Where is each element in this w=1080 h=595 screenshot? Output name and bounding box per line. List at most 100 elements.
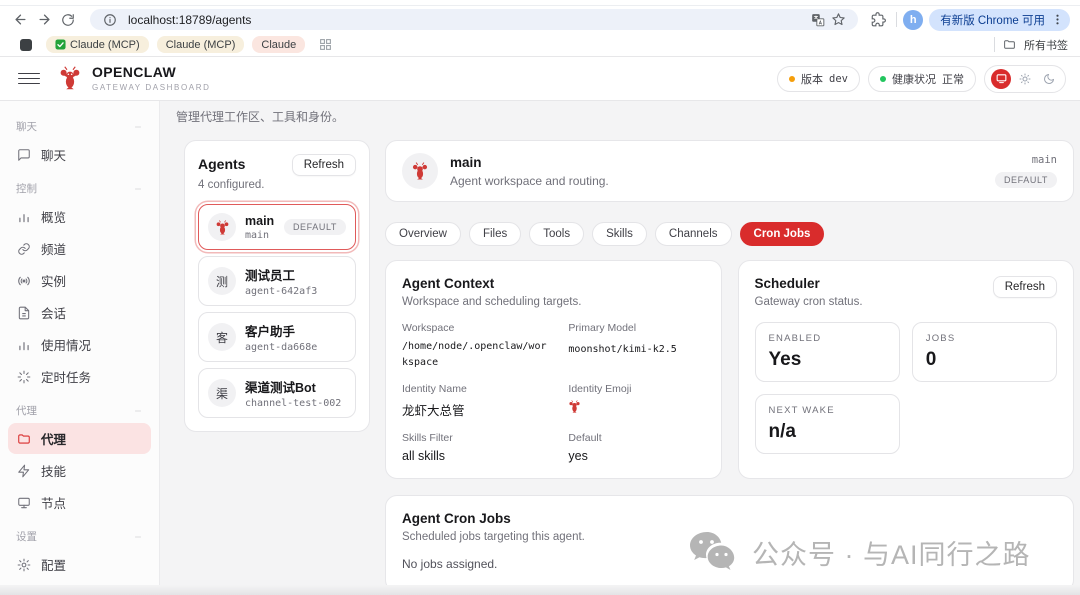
sidebar-item-overview[interactable]: 概览: [8, 201, 151, 232]
link-icon: [17, 242, 31, 256]
address-bar[interactable]: localhost:18789/agents: [90, 9, 858, 30]
back-icon[interactable]: [8, 9, 32, 31]
sidebar-item-skills[interactable]: 技能: [8, 455, 151, 486]
version-dot: [789, 76, 795, 82]
bookmarks-bar: Claude (MCP) Claude (MCP) Claude 所有书签: [0, 33, 1080, 57]
stat-next-wake: NEXT WAKE n/a: [755, 394, 900, 454]
sidebar-item-nodes[interactable]: 节点: [8, 487, 151, 518]
url-text[interactable]: localhost:18789/agents: [128, 13, 808, 27]
tab-tools[interactable]: Tools: [529, 222, 584, 246]
tab-files[interactable]: Files: [469, 222, 521, 246]
pinned-favicon[interactable]: [20, 39, 32, 51]
agent-context-card: Agent Context Workspace and scheduling t…: [385, 260, 722, 479]
debug-icon: [17, 590, 31, 595]
bookmarks-divider: [994, 37, 995, 52]
page-description: 管理代理工作区、工具和身份。: [176, 108, 1074, 125]
agent-avatar: 测: [208, 267, 236, 295]
zap-icon: [17, 464, 31, 478]
theme-system-button[interactable]: [991, 69, 1011, 89]
sidebar-section-settings: 设置: [0, 519, 159, 548]
cron-jobs-title: Agent Cron Jobs: [402, 511, 1057, 526]
bookmark-star-icon[interactable]: [828, 11, 848, 29]
collapse-icon[interactable]: [133, 184, 143, 194]
sidebar-item-instances[interactable]: 实例: [8, 265, 151, 296]
lobster-emoji-icon: [568, 400, 704, 413]
translate-icon[interactable]: [808, 11, 828, 29]
site-info-icon[interactable]: [100, 11, 120, 29]
bar-chart-icon: [17, 210, 31, 224]
theme-light-button[interactable]: [1015, 69, 1035, 89]
monitor-icon: [996, 73, 1007, 84]
bookmark-claude-mcp-1[interactable]: Claude (MCP): [46, 36, 149, 53]
apps-grid-icon[interactable]: [313, 34, 337, 56]
check-icon: [55, 39, 66, 50]
agents-panel-title: Agents: [198, 154, 245, 172]
tab-channels[interactable]: Channels: [655, 222, 732, 246]
chrome-update-label: 有新版 Chrome 可用: [940, 12, 1045, 28]
bookmark-claude[interactable]: Claude: [252, 36, 305, 53]
theme-dark-button[interactable]: [1039, 69, 1059, 89]
sidebar-item-cron-tasks[interactable]: 定时任务: [8, 361, 151, 392]
agent-list-item-customer-helper[interactable]: 客 客户助手 agent-da668e: [198, 312, 356, 362]
field-workspace: Workspace /home/node/.openclaw/workspace: [402, 322, 552, 370]
kebab-menu-icon: [1051, 13, 1064, 26]
stat-jobs: JOBS 0: [912, 322, 1057, 382]
sidebar-item-usage[interactable]: 使用情况: [8, 329, 151, 360]
collapse-icon[interactable]: [133, 122, 143, 132]
collapse-icon[interactable]: [133, 406, 143, 416]
agent-avatar: 客: [208, 323, 236, 351]
agent-cron-jobs-card: Agent Cron Jobs Scheduled jobs targeting…: [385, 495, 1074, 592]
sun-icon: [1019, 73, 1031, 85]
context-subtitle: Workspace and scheduling targets.: [402, 296, 705, 308]
sidebar-item-sessions[interactable]: 会话: [8, 297, 151, 328]
menu-icon[interactable]: [18, 68, 40, 90]
moon-icon: [1043, 73, 1055, 85]
sidebar-item-agents[interactable]: 代理: [8, 423, 151, 454]
agent-list-item-main[interactable]: main main DEFAULT: [198, 204, 356, 250]
screen: localhost:18789/agents h 有新版 Chrome 可用 C…: [0, 0, 1080, 595]
all-bookmarks-label[interactable]: 所有书签: [1024, 37, 1068, 53]
bookmark-claude-mcp-2[interactable]: Claude (MCP): [157, 36, 245, 53]
theme-switcher: [984, 65, 1066, 93]
version-value: dev: [829, 73, 848, 85]
profile-avatar[interactable]: h: [903, 10, 923, 30]
folder-icon: [17, 432, 31, 446]
bookmark-label: Claude: [261, 39, 296, 51]
agent-name: main: [245, 214, 274, 228]
reload-icon[interactable]: [56, 9, 80, 31]
field-default: Default yes: [568, 432, 704, 463]
field-skills-filter: Skills Filter all skills: [402, 432, 552, 463]
extensions-icon[interactable]: [866, 9, 890, 31]
agent-detail: main Agent workspace and routing. main D…: [385, 140, 1074, 592]
tab-cron-jobs[interactable]: Cron Jobs: [740, 222, 825, 246]
tab-skills[interactable]: Skills: [592, 222, 647, 246]
scheduler-refresh-button[interactable]: Refresh: [993, 276, 1057, 298]
sidebar-section-agents: 代理: [0, 393, 159, 422]
field-primary-model: Primary Model moonshot/kimi-k2.5: [568, 322, 704, 370]
sidebar-item-debug[interactable]: 调试: [8, 581, 151, 595]
scheduler-card: Scheduler Gateway cron status. Refresh E…: [738, 260, 1075, 479]
sidebar-item-chat[interactable]: 聊天: [8, 139, 151, 170]
broadcast-icon: [17, 274, 31, 288]
collapse-icon[interactable]: [133, 532, 143, 542]
agents-panel: Agents Refresh 4 configured. main main: [184, 140, 370, 432]
forward-icon[interactable]: [32, 9, 56, 31]
lobster-avatar-icon: [402, 153, 438, 189]
tab-overview[interactable]: Overview: [385, 222, 461, 246]
agent-list-item-test-staff[interactable]: 测 测试员工 agent-642af3: [198, 256, 356, 306]
context-title: Agent Context: [402, 276, 705, 291]
version-badge: 版本 dev: [777, 66, 860, 92]
agents-refresh-button[interactable]: Refresh: [292, 154, 356, 176]
agent-detail-header: main Agent workspace and routing. main D…: [385, 140, 1074, 202]
chrome-update-button[interactable]: 有新版 Chrome 可用: [929, 9, 1070, 31]
agent-id: agent-da668e: [245, 342, 317, 353]
monitor-icon: [17, 496, 31, 510]
sidebar-item-channels[interactable]: 频道: [8, 233, 151, 264]
browser-toolbar: localhost:18789/agents h 有新版 Chrome 可用: [0, 6, 1080, 33]
default-badge: DEFAULT: [284, 219, 346, 235]
agent-avatar: 渠: [208, 379, 236, 407]
chat-icon: [17, 148, 31, 162]
agent-list-item-channel-test-bot[interactable]: 渠 渠道测试Bot channel-test-002: [198, 368, 356, 418]
sidebar-item-config[interactable]: 配置: [8, 549, 151, 580]
folder-icon: [1003, 38, 1016, 51]
